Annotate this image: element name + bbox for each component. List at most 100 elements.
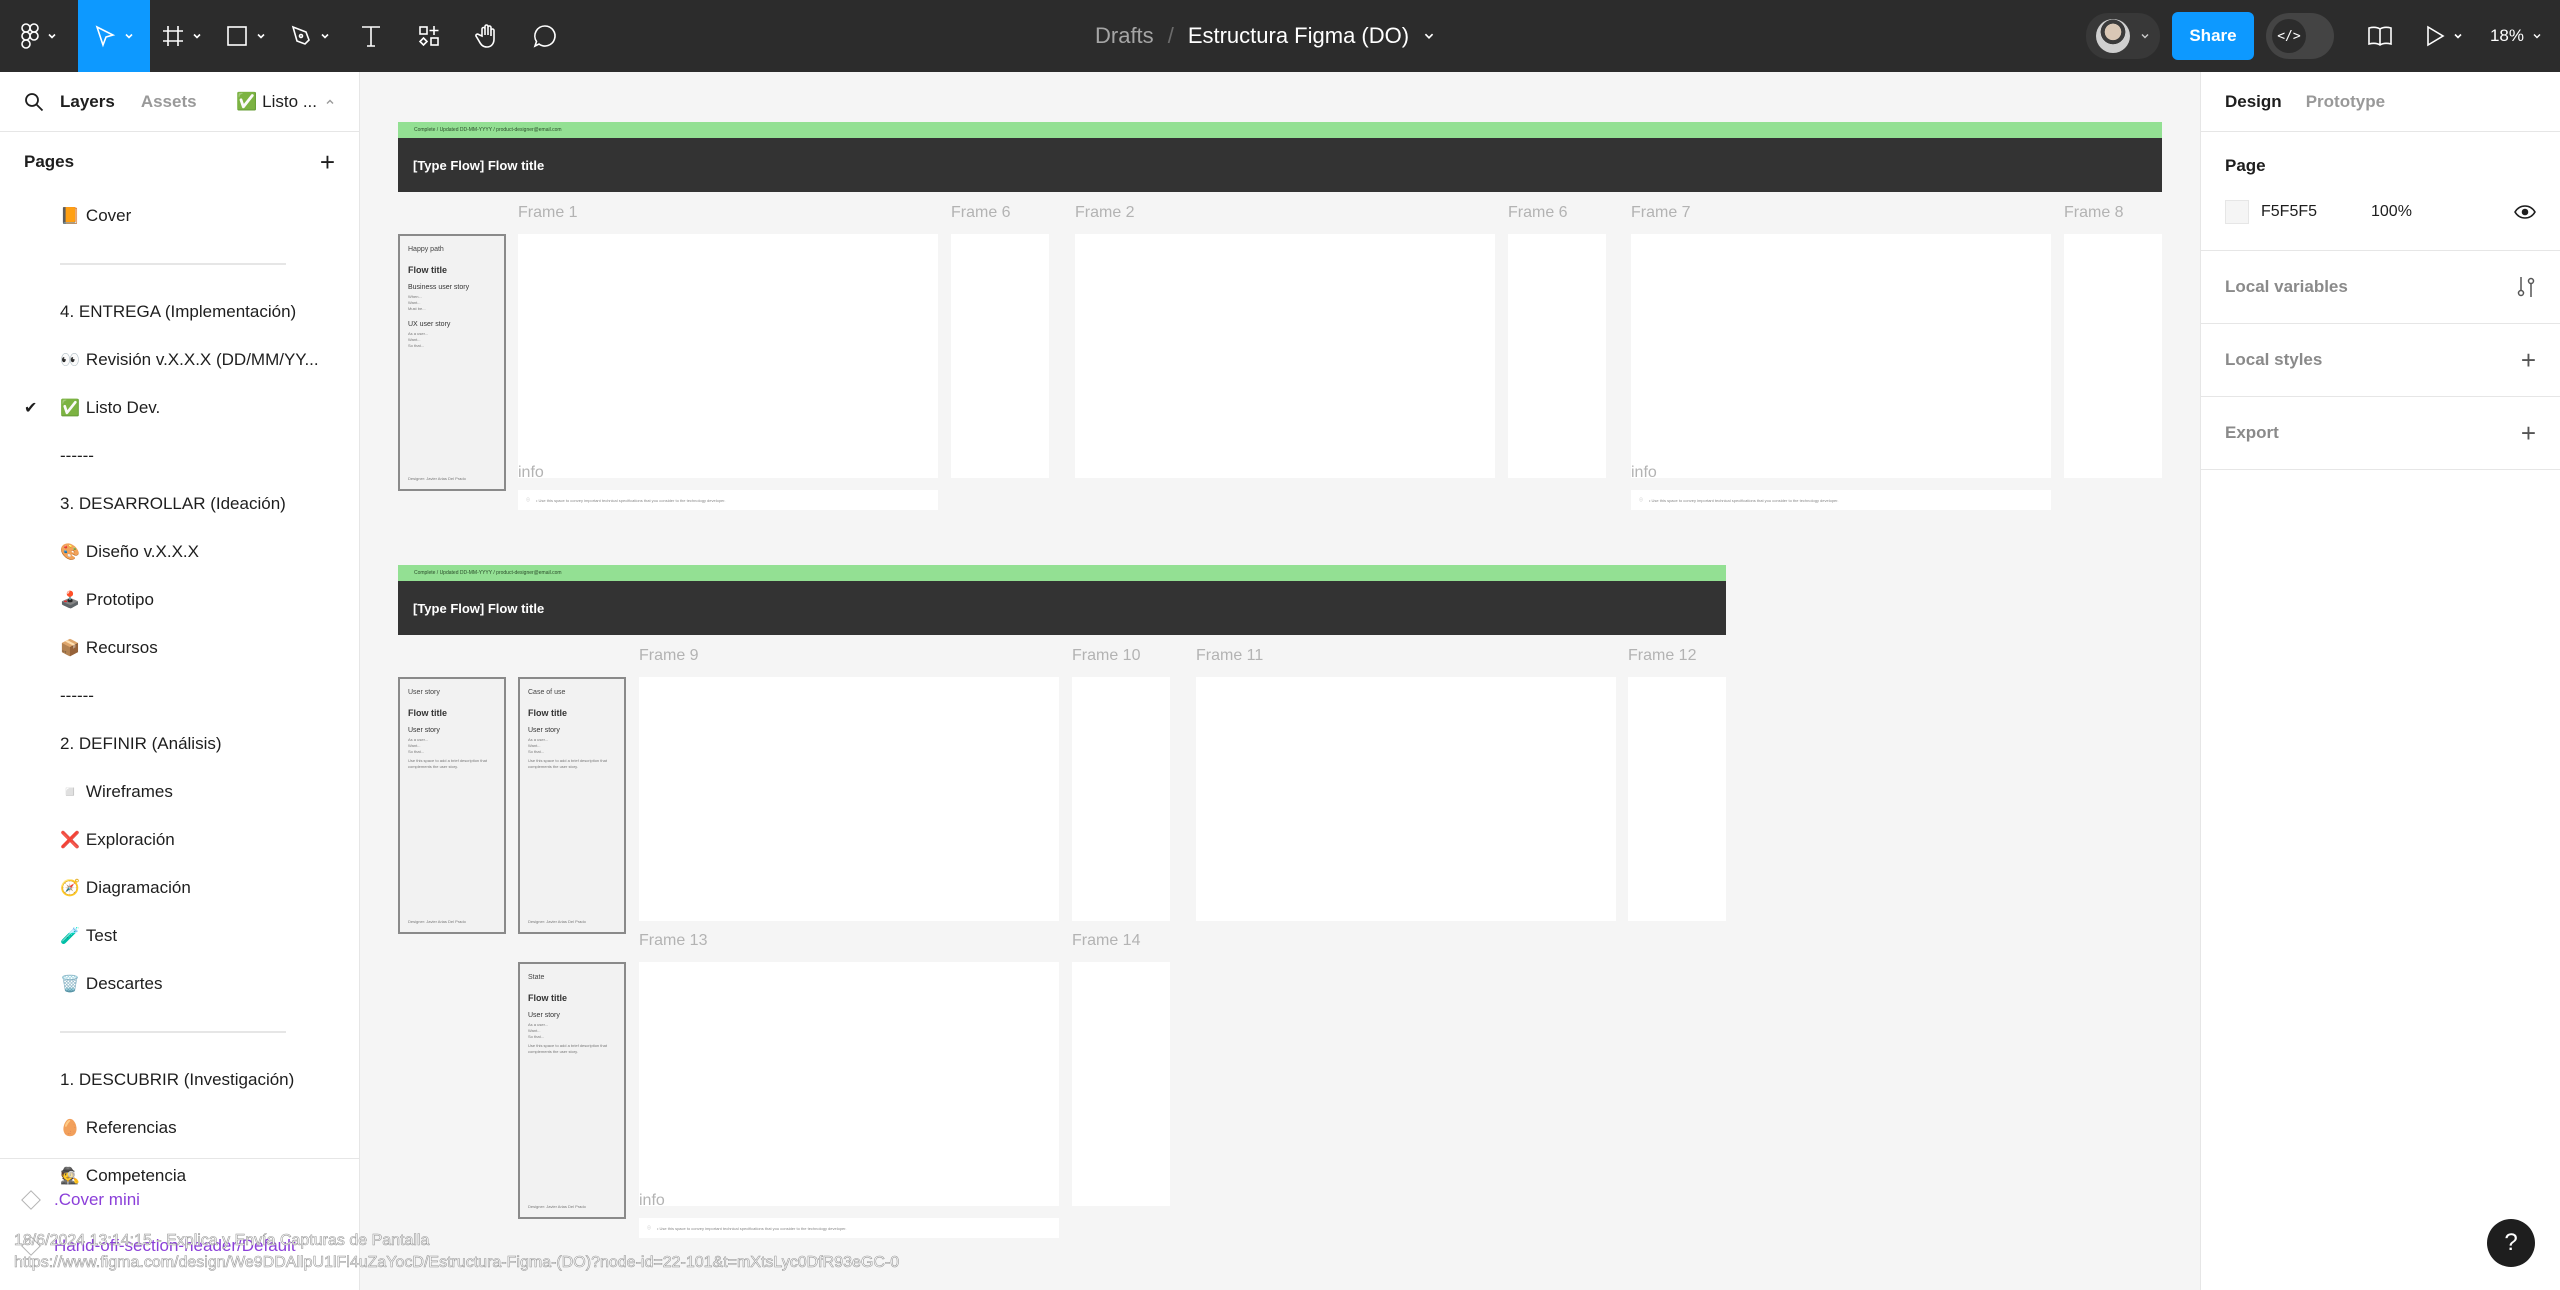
flow-section-1[interactable]: Complete / Updated DD-MM-YYYY / product-… <box>398 122 2162 192</box>
resources-tool-button[interactable] <box>400 0 458 72</box>
tab-design[interactable]: Design <box>2225 92 2282 112</box>
present-button[interactable] <box>2412 0 2476 72</box>
page-item[interactable]: 🗑️ Descartes <box>0 960 359 1008</box>
breadcrumb-drafts[interactable]: Drafts <box>1095 23 1154 49</box>
frame-1[interactable] <box>518 234 938 478</box>
tab-assets[interactable]: Assets <box>141 92 197 112</box>
frame-label[interactable]: Frame 1 <box>518 204 578 222</box>
tab-prototype[interactable]: Prototype <box>2306 92 2385 112</box>
fill-hex-input[interactable]: F5F5F5 <box>2261 203 2371 221</box>
share-button[interactable]: Share <box>2171 12 2254 60</box>
info-box[interactable]: ⓘ • Use this space to convey important te… <box>518 490 938 510</box>
frame-label[interactable]: Frame 10 <box>1072 647 1140 665</box>
page-item[interactable]: ------ <box>0 432 359 480</box>
dev-mode-toggle[interactable]: </> <box>2265 13 2334 59</box>
frame-8[interactable] <box>2064 234 2162 478</box>
page-emoji-icon: ✅ <box>60 400 80 417</box>
fill-opacity-input[interactable]: 100% <box>2371 203 2412 221</box>
variables-icon[interactable] <box>2516 276 2536 298</box>
move-tool-button[interactable] <box>78 0 150 72</box>
chevron-down-icon[interactable] <box>1423 30 1435 42</box>
frame-6b[interactable] <box>1508 234 1606 478</box>
frame-label[interactable]: Frame 7 <box>1631 204 1691 222</box>
toolbar-right: Share </> 18% <box>2085 0 2560 72</box>
frame-label[interactable]: Frame 6 <box>1508 204 1568 222</box>
frame-10[interactable] <box>1072 677 1170 921</box>
layer-item-hand-off-header[interactable]: Hand-off-section-header/Default <box>21 1236 296 1256</box>
frame-label[interactable]: Frame 6 <box>951 204 1011 222</box>
page-item[interactable]: 2. DEFINIR (Análisis) <box>0 720 359 768</box>
multiplayer-avatars[interactable] <box>2085 13 2160 59</box>
frame-label[interactable]: Frame 9 <box>639 647 699 665</box>
flow-card[interactable]: User story Flow title User story As a us… <box>398 677 506 934</box>
flow-section-2[interactable]: Complete / Updated DD-MM-YYYY / product-… <box>398 565 1726 635</box>
info-box[interactable]: ⓘ • Use this space to convey important te… <box>1631 490 2051 510</box>
frame-label[interactable]: Frame 2 <box>1075 204 1135 222</box>
frame-label[interactable]: Frame 11 <box>1196 647 1263 665</box>
plus-icon[interactable]: + <box>2521 345 2536 376</box>
info-text: • Use this space to convey important tec… <box>1649 497 1839 503</box>
tab-layers[interactable]: Layers <box>60 92 115 112</box>
page-item[interactable]: ❌ Exploración <box>0 816 359 864</box>
page-item[interactable]: 4. ENTREGA (Implementación) <box>0 288 359 336</box>
search-icon[interactable] <box>24 92 44 112</box>
page-item[interactable]: 3. DESARROLLAR (Ideación) <box>0 480 359 528</box>
page-item[interactable]: ✔ ✅ Listo Dev. <box>0 384 359 432</box>
help-button[interactable]: ? <box>2487 1219 2535 1267</box>
comment-tool-button[interactable] <box>516 0 574 72</box>
add-page-button[interactable]: + <box>320 147 335 178</box>
frame-14[interactable] <box>1072 962 1170 1206</box>
local-styles-section[interactable]: Local styles + <box>2201 324 2560 397</box>
frame-12[interactable] <box>1628 677 1726 921</box>
card-line: Use this space to add a brief descriptio… <box>528 758 607 769</box>
layer-item-cover-mini[interactable]: .Cover mini <box>21 1190 140 1210</box>
frame-7[interactable] <box>1631 234 2051 478</box>
hand-tool-button[interactable] <box>458 0 516 72</box>
local-variables-section[interactable]: Local variables <box>2201 251 2560 324</box>
pen-tool-button[interactable] <box>278 0 342 72</box>
page-item[interactable]: 👀 Revisión v.X.X.X (DD/MM/YY... <box>0 336 359 384</box>
info-box[interactable]: ⓘ • Use this space to convey important te… <box>639 1218 1059 1238</box>
frame-label[interactable]: Frame 8 <box>2064 204 2124 222</box>
frame-label[interactable]: Frame 13 <box>639 932 707 950</box>
frame-13[interactable] <box>639 962 1059 1206</box>
frame-6[interactable] <box>951 234 1049 478</box>
page-item[interactable]: 🎨 Diseño v.X.X.X <box>0 528 359 576</box>
page-item[interactable]: 📙 Cover <box>0 192 359 240</box>
check-icon: ✔ <box>24 400 38 417</box>
flow-card[interactable]: State Flow title User story As a user...… <box>518 962 626 1219</box>
flow-card[interactable]: Happy path Flow title Business user stor… <box>398 234 506 491</box>
page-item[interactable]: ------ <box>0 672 359 720</box>
page-item[interactable]: 🕹️ Prototipo <box>0 576 359 624</box>
page-item[interactable]: ◽ Wireframes <box>0 768 359 816</box>
library-button[interactable] <box>2348 0 2412 72</box>
shape-tool-button[interactable] <box>214 0 278 72</box>
page-item[interactable]: 1. DESCUBRIR (Investigación) <box>0 1056 359 1104</box>
frame-label[interactable]: Frame 14 <box>1072 932 1140 950</box>
plus-icon[interactable]: + <box>2521 418 2536 449</box>
export-section[interactable]: Export + <box>2201 397 2560 470</box>
page-switcher[interactable]: ✅ Listo ... <box>236 92 335 112</box>
main-menu-button[interactable] <box>0 0 78 72</box>
file-name[interactable]: Estructura Figma (DO) <box>1188 23 1409 49</box>
page-item[interactable]: 🧭 Diagramación <box>0 864 359 912</box>
eye-icon[interactable] <box>2514 205 2536 219</box>
card-line: Use this space to add a brief descriptio… <box>528 1043 607 1054</box>
frame-9[interactable] <box>639 677 1059 921</box>
toolbar: Drafts / Estructura Figma (DO) Share </>… <box>0 0 2560 72</box>
text-tool-button[interactable] <box>342 0 400 72</box>
zoom-dropdown[interactable]: 18% <box>2490 26 2542 46</box>
page-item[interactable]: 🥚 Referencias <box>0 1104 359 1152</box>
color-swatch[interactable] <box>2225 200 2249 224</box>
page-item[interactable]: 📦 Recursos <box>0 624 359 672</box>
frame-tool-button[interactable] <box>150 0 214 72</box>
avatar[interactable] <box>2095 19 2130 53</box>
page-item[interactable]: 🧪 Test <box>0 912 359 960</box>
canvas[interactable]: Complete / Updated DD-MM-YYYY / product-… <box>361 72 2199 1290</box>
page-emoji-icon: 🕵️ <box>60 1168 80 1185</box>
flow-card[interactable]: Case of use Flow title User story As a u… <box>518 677 626 934</box>
card-title: Flow title <box>528 708 567 718</box>
frame-11[interactable] <box>1196 677 1616 921</box>
frame-2[interactable] <box>1075 234 1495 478</box>
frame-label[interactable]: Frame 12 <box>1628 647 1696 665</box>
